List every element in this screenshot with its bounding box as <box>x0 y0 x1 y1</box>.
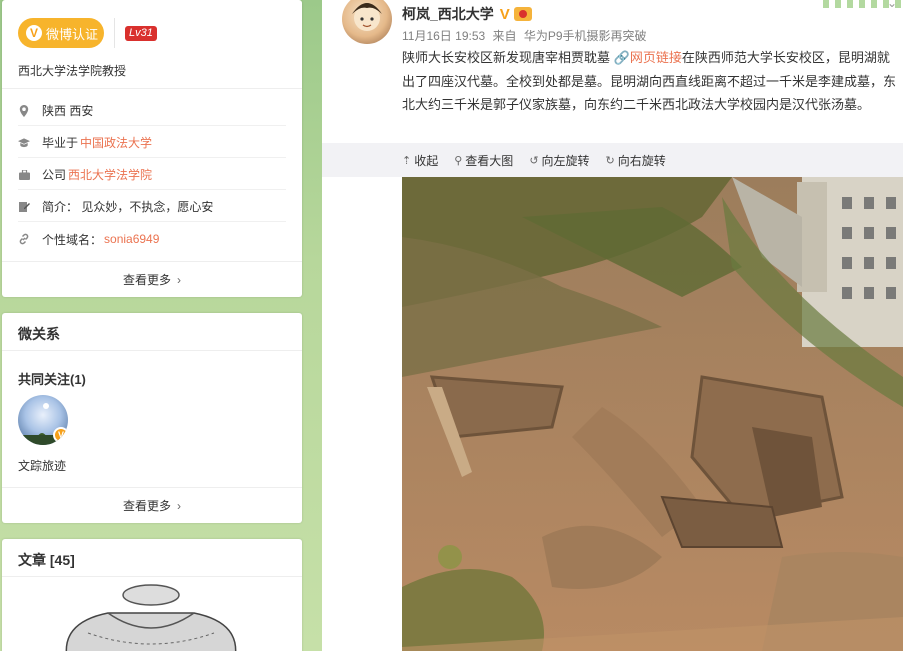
tool-label: 收起 <box>414 154 439 168</box>
link-icon <box>18 233 30 245</box>
info-text: 简介： 见众妙，不执念，愿心安 <box>42 200 214 214</box>
info-row-intro: 简介： 见众妙，不执念，愿心安 <box>18 192 286 222</box>
verified-icon: V <box>26 25 42 41</box>
view-large-button[interactable]: ⚲ 查看大图 <box>454 152 513 169</box>
info-row-school: 毕业于 中国政法大学 <box>18 128 286 158</box>
verified-label: 微博认证 <box>46 26 99 42</box>
avatar[interactable]: V <box>18 395 68 445</box>
rotate-left-icon: ↺ <box>529 155 539 167</box>
rotate-right-button[interactable]: ↻ 向右旋转 <box>606 152 666 169</box>
relation-card: 微关系 共同关注(1) V 文踪旅迹 查看更多 › <box>2 313 302 523</box>
graduation-cap-icon <box>18 137 30 149</box>
mutual-user-name[interactable]: 文踪旅迹 <box>18 457 66 474</box>
chevron-right-icon: › <box>177 498 181 513</box>
rotate-left-button[interactable]: ↺ 向左旋转 <box>529 152 589 169</box>
school-link[interactable]: 中国政法大学 <box>80 134 152 151</box>
info-text: 毕业于 <box>42 136 79 150</box>
post-content: 陕师大长安校区新发现唐宰相贾耽墓 🔗网页链接在陕西师范大学长安校区，昆明湖就出了… <box>402 46 898 117</box>
chevron-down-icon[interactable]: ⌄ <box>887 0 897 10</box>
profile-description: 西北大学法学院教授 <box>18 64 127 78</box>
collapse-button[interactable]: ⇡ 收起 <box>402 152 438 169</box>
info-text: 个性域名： <box>42 232 103 247</box>
weibo-post: ⌄ 柯岚_西北大学 V 11月16日 19:53 来自 华为P9手机摄影再突破 … <box>322 0 903 651</box>
chevron-right-icon: › <box>177 272 181 287</box>
post-meta: 11月16日 19:53 来自 华为P9手机摄影再突破 <box>402 27 647 44</box>
more-label: 查看更多 <box>122 499 171 513</box>
web-link-label: 网页链接 <box>629 50 682 65</box>
info-text: 公司 <box>42 168 67 182</box>
verified-badge[interactable]: V 微博认证 <box>18 18 104 48</box>
article-card: 文章 [45] <box>2 539 302 651</box>
verified-icon: V <box>53 427 68 443</box>
divider <box>2 350 302 351</box>
info-row-domain: 个性域名： sonia6949 <box>18 224 286 254</box>
mutual-follow-title: 共同关注(1) <box>18 372 86 387</box>
post-photo[interactable] <box>402 177 903 651</box>
meta-from: 来自 <box>492 29 517 43</box>
post-time[interactable]: 11月16日 19:53 <box>402 29 485 43</box>
link-icon: 🔗 <box>613 50 630 65</box>
rotate-right-icon: ↻ <box>605 155 615 167</box>
badge-row: V 微博认证 Lv31 <box>18 18 157 48</box>
member-crown-icon[interactable] <box>513 7 532 21</box>
verified-icon: V <box>499 5 510 23</box>
avatar[interactable] <box>342 0 392 44</box>
edit-icon <box>18 201 30 213</box>
tool-label: 查看大图 <box>465 154 514 168</box>
more-label: 查看更多 <box>122 273 171 287</box>
post-source[interactable]: 华为P9手机摄影再突破 <box>524 29 647 43</box>
divider <box>2 88 302 89</box>
article-title[interactable]: 文章 [45] <box>18 550 75 570</box>
badge-divider <box>114 18 115 48</box>
briefcase-icon <box>18 169 30 181</box>
info-row-company: 公司 西北大学法学院 <box>18 160 286 190</box>
post-username[interactable]: 柯岚_西北大学 <box>402 4 494 24</box>
profile-card: V 微博认证 Lv31 西北大学法学院教授 陕西 西安 毕业于 中国政法大学 公… <box>2 0 302 297</box>
info-text: 陕西 西安 <box>42 104 94 118</box>
level-badge[interactable]: Lv31 <box>125 25 157 41</box>
company-link[interactable]: 西北大学法学院 <box>68 166 152 183</box>
profile-more-button[interactable]: 查看更多 › <box>2 261 302 297</box>
tool-label: 向左旋转 <box>541 154 590 168</box>
info-row-location: 陕西 西安 <box>18 96 286 126</box>
web-link[interactable]: 🔗网页链接 <box>614 50 682 65</box>
post-text-part1: 陕师大长安校区新发现唐宰相贾耽墓 <box>402 50 611 65</box>
post-username-row: 柯岚_西北大学 V <box>402 4 532 24</box>
zoom-icon: ⚲ <box>454 155 463 167</box>
article-cover-image[interactable] <box>48 583 254 651</box>
relation-more-button[interactable]: 查看更多 › <box>2 487 302 523</box>
divider <box>2 576 302 577</box>
collapse-icon: ⇡ <box>402 155 412 167</box>
relation-title: 微关系 <box>18 326 60 342</box>
domain-link[interactable]: sonia6949 <box>104 232 159 246</box>
media-toolbar: ⇡ 收起 ⚲ 查看大图 ↺ 向左旋转 ↻ 向右旋转 <box>322 143 903 177</box>
tool-label: 向右旋转 <box>617 154 666 168</box>
location-icon <box>18 104 30 117</box>
